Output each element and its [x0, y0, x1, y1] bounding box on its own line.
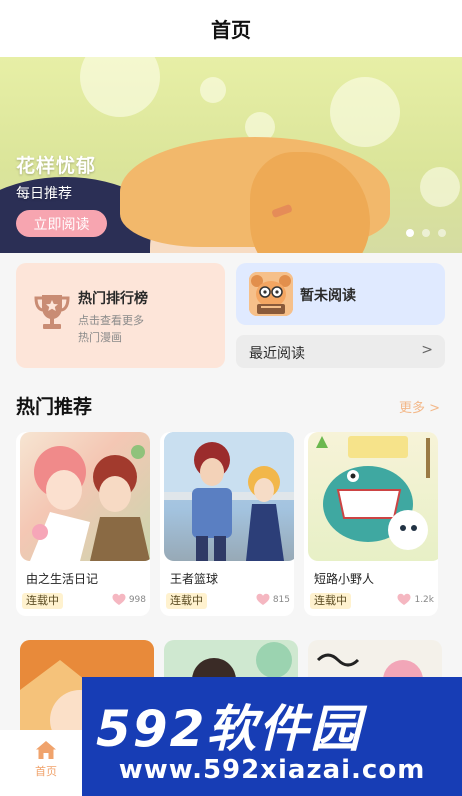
- comic-title: 短路小野人: [314, 572, 375, 586]
- banner-carousel[interactable]: 花样忧郁 每日推荐 立即阅读: [0, 57, 462, 253]
- chevron-right-icon: >: [421, 342, 433, 358]
- comic-card[interactable]: 短路小野人 连载中 1.2k: [304, 432, 438, 616]
- read-now-button[interactable]: 立即阅读: [16, 210, 107, 237]
- heart-icon: [397, 593, 411, 605]
- heart-icon: [256, 593, 270, 605]
- ranking-title: 热门排行榜: [78, 291, 148, 307]
- like-count-value: 815: [272, 594, 290, 605]
- comic-card[interactable]: 王者篮球 连载中 815: [160, 432, 294, 616]
- ranking-desc-line: 点击查看更多: [78, 314, 144, 327]
- comic-cover: [308, 432, 438, 561]
- home-icon: [36, 741, 56, 759]
- recent-reading-label: 最近阅读: [249, 346, 305, 362]
- section-title: 热门推荐: [16, 396, 93, 418]
- tab-home[interactable]: 首页: [14, 740, 78, 790]
- ranking-description: 点击查看更多 热门漫画: [78, 312, 168, 346]
- status-badge: 连载中: [310, 593, 351, 609]
- like-count: 998: [112, 593, 146, 606]
- banner-art: [80, 57, 160, 117]
- heart-icon: [112, 593, 126, 605]
- comic-title: 王者篮球: [170, 572, 219, 586]
- like-count: 815: [256, 593, 290, 606]
- comic-cover: [20, 432, 150, 561]
- banner-subtitle: 每日推荐: [16, 186, 72, 202]
- like-count: 1.2k: [397, 593, 434, 606]
- carousel-indicator: [406, 229, 446, 237]
- reading-history-card[interactable]: 暂未阅读: [236, 263, 445, 325]
- top-bar: 首页: [0, 0, 462, 57]
- comic-title: 由之生活日记: [26, 572, 99, 586]
- banner-title: 花样忧郁: [16, 155, 97, 177]
- ranking-desc-line: 热门漫画: [78, 331, 122, 344]
- avatar: [249, 272, 293, 316]
- reading-status: 暂未阅读: [300, 288, 356, 304]
- banner-art: [200, 77, 226, 103]
- watermark-brand: 592软件园: [96, 700, 363, 758]
- banner-art: [330, 77, 400, 147]
- tab-home-label: 首页: [35, 765, 57, 778]
- like-count-value: 998: [128, 594, 146, 605]
- carousel-dot[interactable]: [406, 229, 414, 237]
- banner-art: [420, 167, 460, 207]
- more-link[interactable]: 更多 >: [399, 397, 440, 416]
- carousel-dot[interactable]: [438, 229, 446, 237]
- watermark-logo: 592软件园 www.592xiazai.com: [82, 677, 462, 796]
- page-title: 首页: [211, 18, 251, 42]
- recent-reading-row[interactable]: 最近阅读 >: [236, 335, 445, 368]
- watermark-url: www.592xiazai.com: [118, 755, 426, 785]
- comic-cover: [164, 432, 294, 561]
- comic-card[interactable]: 由之生活日记 连载中 998: [16, 432, 150, 616]
- status-badge: 连载中: [166, 593, 207, 609]
- like-count-value: 1.2k: [414, 594, 434, 605]
- carousel-dot[interactable]: [422, 229, 430, 237]
- hot-ranking-card[interactable]: 热门排行榜 点击查看更多 热门漫画: [16, 263, 225, 368]
- trophy-icon: [34, 295, 70, 329]
- status-badge: 连载中: [22, 593, 63, 609]
